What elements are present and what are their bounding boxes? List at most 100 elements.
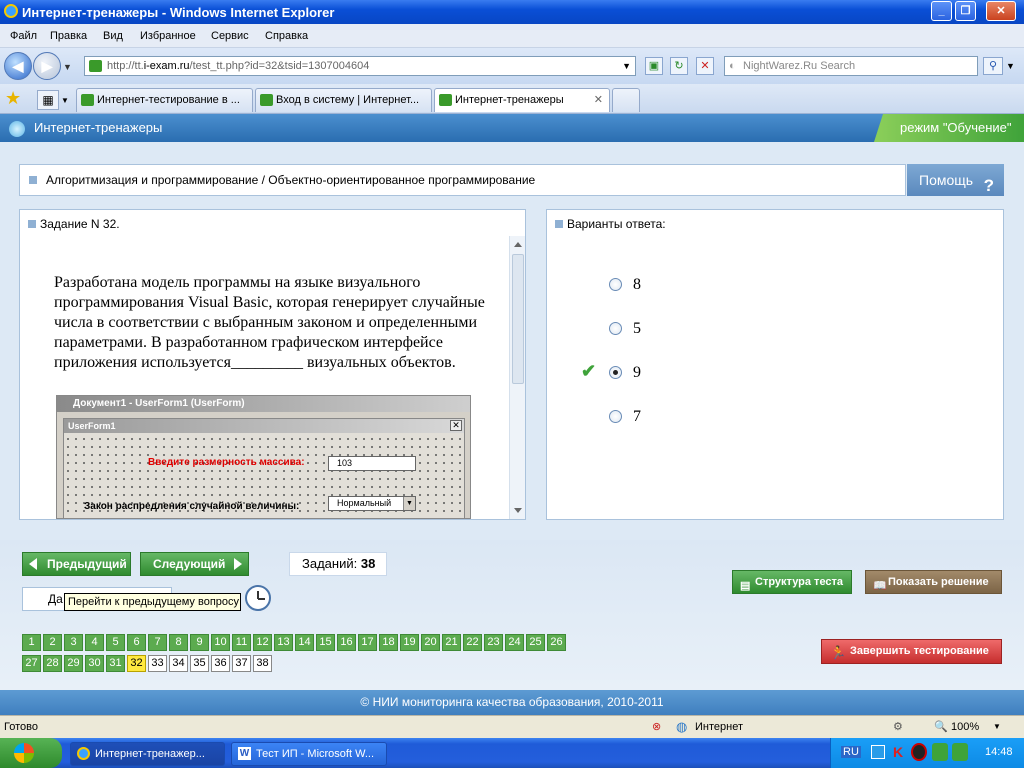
question-number-8[interactable]: 8 bbox=[169, 634, 188, 651]
show-solution-button[interactable]: 📖 Показать решение bbox=[865, 570, 1002, 594]
question-number-12[interactable]: 12 bbox=[253, 634, 272, 651]
question-number-27[interactable]: 27 bbox=[22, 655, 41, 672]
tab-login[interactable]: Вход в систему | Интернет... bbox=[255, 88, 432, 112]
question-number-23[interactable]: 23 bbox=[484, 634, 503, 651]
question-number-38[interactable]: 38 bbox=[253, 655, 272, 672]
answer-label: 9 bbox=[633, 364, 641, 381]
search-dropdown-icon[interactable]: ▼ bbox=[1006, 61, 1015, 71]
search-input[interactable]: ◐ NightWarez.Ru Search bbox=[724, 56, 978, 76]
question-number-20[interactable]: 20 bbox=[421, 634, 440, 651]
radio-button[interactable] bbox=[609, 322, 622, 335]
antivirus-icon[interactable]: K bbox=[893, 744, 903, 760]
radio-button[interactable] bbox=[609, 278, 622, 291]
quick-tabs-icon[interactable]: ▦ bbox=[37, 90, 59, 110]
question-number-31[interactable]: 31 bbox=[106, 655, 125, 672]
tab-label: Интернет-тренажеры bbox=[455, 94, 564, 106]
question-number-21[interactable]: 21 bbox=[442, 634, 461, 651]
tab-close-icon[interactable]: ✕ bbox=[594, 89, 603, 111]
stop-icon[interactable]: ✕ bbox=[696, 57, 714, 75]
finish-test-button[interactable]: 🏃 Завершить тестирование bbox=[821, 639, 1002, 664]
question-number-4[interactable]: 4 bbox=[85, 634, 104, 651]
search-icon[interactable]: ⚲ bbox=[983, 57, 1003, 75]
scroll-up-icon[interactable] bbox=[514, 242, 522, 247]
menu-edit[interactable]: Правка bbox=[50, 30, 87, 42]
tab-internet-testing[interactable]: Интернет-тестирование в ... bbox=[76, 88, 253, 112]
show-solution-label: Показать решение bbox=[888, 576, 989, 588]
security-icon[interactable] bbox=[911, 743, 927, 761]
question-number-6[interactable]: 6 bbox=[127, 634, 146, 651]
zoom-icon[interactable]: 🔍 bbox=[934, 720, 948, 733]
tab-trainers[interactable]: Интернет-тренажеры ✕ bbox=[434, 88, 610, 112]
new-tab-button[interactable] bbox=[612, 88, 640, 112]
prev-button[interactable]: Предыдущий bbox=[22, 552, 131, 576]
question-number-26[interactable]: 26 bbox=[547, 634, 566, 651]
question-number-36[interactable]: 36 bbox=[211, 655, 230, 672]
next-button[interactable]: Следующий bbox=[140, 552, 249, 576]
start-button[interactable] bbox=[0, 738, 62, 768]
menu-help[interactable]: Справка bbox=[265, 30, 308, 42]
forward-icon[interactable]: ▶ bbox=[33, 52, 61, 80]
question-number-13[interactable]: 13 bbox=[274, 634, 293, 651]
question-number-1[interactable]: 1 bbox=[22, 634, 41, 651]
maximize-button[interactable]: ❐ bbox=[955, 1, 976, 21]
url-prefix: http://tt. bbox=[107, 60, 144, 72]
question-number-2[interactable]: 2 bbox=[43, 634, 62, 651]
tab-list-dropdown-icon[interactable]: ▼ bbox=[61, 96, 69, 105]
question-number-24[interactable]: 24 bbox=[505, 634, 524, 651]
question-number-29[interactable]: 29 bbox=[64, 655, 83, 672]
tray-app-icon[interactable] bbox=[871, 745, 885, 759]
question-number-28[interactable]: 28 bbox=[43, 655, 62, 672]
compat-view-icon[interactable]: ▣ bbox=[645, 57, 663, 75]
help-button[interactable]: Помощь ? bbox=[907, 164, 1004, 196]
scroll-thumb[interactable] bbox=[512, 254, 524, 384]
menu-file[interactable]: Файл bbox=[10, 30, 37, 42]
question-number-35[interactable]: 35 bbox=[190, 655, 209, 672]
radio-button-selected[interactable] bbox=[609, 366, 622, 379]
address-dropdown-icon[interactable]: ▼ bbox=[622, 57, 631, 75]
task-scrollbar[interactable] bbox=[509, 236, 525, 519]
question-number-34[interactable]: 34 bbox=[169, 655, 188, 672]
history-dropdown-icon[interactable]: ▼ bbox=[63, 62, 72, 72]
language-indicator[interactable]: RU bbox=[841, 746, 861, 758]
address-input[interactable]: http://tt.i-exam.ru/test_tt.php?id=32&ts… bbox=[84, 56, 636, 76]
question-number-19[interactable]: 19 bbox=[400, 634, 419, 651]
taskbar-item-ie[interactable]: Интернет-тренажер... bbox=[70, 742, 225, 766]
test-structure-button[interactable]: ▤ Структура теста bbox=[732, 570, 852, 594]
menu-view[interactable]: Вид bbox=[103, 30, 123, 42]
menu-tools[interactable]: Сервис bbox=[211, 30, 249, 42]
scroll-down-icon[interactable] bbox=[514, 508, 522, 513]
question-number-32[interactable]: 32 bbox=[127, 655, 146, 672]
question-number-14[interactable]: 14 bbox=[295, 634, 314, 651]
question-number-30[interactable]: 30 bbox=[85, 655, 104, 672]
taskbar-item-word[interactable]: W Тест ИП - Microsoft W... bbox=[231, 742, 387, 766]
close-button[interactable]: ✕ bbox=[986, 1, 1016, 21]
question-number-10[interactable]: 10 bbox=[211, 634, 230, 651]
minimize-button[interactable]: _ bbox=[931, 1, 952, 21]
task-count: Заданий: 38 bbox=[289, 552, 387, 576]
question-number-16[interactable]: 16 bbox=[337, 634, 356, 651]
question-number-11[interactable]: 11 bbox=[232, 634, 251, 651]
refresh-icon[interactable]: ↻ bbox=[670, 57, 688, 75]
question-number-18[interactable]: 18 bbox=[379, 634, 398, 651]
question-number-17[interactable]: 17 bbox=[358, 634, 377, 651]
question-number-3[interactable]: 3 bbox=[64, 634, 83, 651]
question-number-37[interactable]: 37 bbox=[232, 655, 251, 672]
radio-button[interactable] bbox=[609, 410, 622, 423]
taskbar-item-label: Тест ИП - Microsoft W... bbox=[256, 748, 375, 760]
internet-zone-icon: ◍ bbox=[676, 719, 688, 734]
question-number-5[interactable]: 5 bbox=[106, 634, 125, 651]
question-number-7[interactable]: 7 bbox=[148, 634, 167, 651]
question-number-33[interactable]: 33 bbox=[148, 655, 167, 672]
back-icon[interactable]: ◀ bbox=[4, 52, 32, 80]
update-icon[interactable] bbox=[952, 743, 968, 761]
question-number-22[interactable]: 22 bbox=[463, 634, 482, 651]
zoom-dropdown-icon[interactable]: ▼ bbox=[993, 722, 1001, 731]
zoom-level[interactable]: 100% bbox=[951, 721, 979, 733]
question-number-25[interactable]: 25 bbox=[526, 634, 545, 651]
question-number-9[interactable]: 9 bbox=[190, 634, 209, 651]
protected-mode-icon[interactable]: ⚙ bbox=[893, 720, 903, 733]
network-icon[interactable] bbox=[932, 743, 948, 761]
menu-favorites[interactable]: Избранное bbox=[140, 30, 196, 42]
favorites-star-icon[interactable]: ★ bbox=[5, 88, 21, 109]
question-number-15[interactable]: 15 bbox=[316, 634, 335, 651]
